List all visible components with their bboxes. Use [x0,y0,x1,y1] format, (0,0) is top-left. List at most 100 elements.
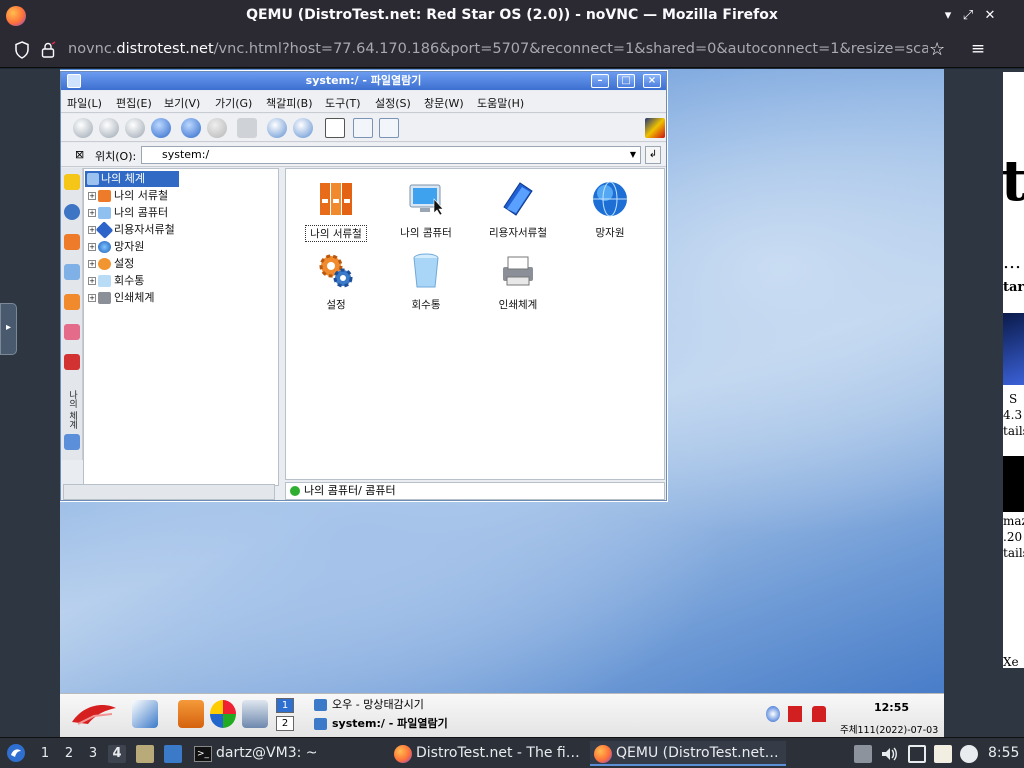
clear-location-icon[interactable]: ⊠ [75,148,84,161]
task-firefox-distrotest[interactable]: DistroTest.net - The fi… [390,741,586,766]
forward-icon[interactable] [99,118,119,138]
fm-maximize-button[interactable]: □ [617,74,635,88]
file-icon-user-folders[interactable]: 리용자서류철 [478,175,558,239]
services-tab-icon[interactable] [64,294,80,310]
browser-launcher-icon[interactable] [210,700,236,728]
file-icon-computer[interactable]: 나의 콤퓨터 [386,175,466,239]
tree-item[interactable]: + 나의 콤퓨터 [88,205,168,221]
workspace-2[interactable]: 2 [60,745,78,763]
vnc-screen[interactable]: system:/ - 파일열람기 – □ × 파일(L) 편집(E) 보기(V)… [60,69,944,737]
pane-splitter[interactable] [280,168,284,500]
network-tab-icon[interactable] [64,264,80,280]
zoom-out-icon[interactable] [293,118,313,138]
pager-desktop-1[interactable]: 1 [276,698,294,713]
system-tab-label[interactable]: 나의 체계 [65,390,79,429]
detail-view-icon[interactable] [353,118,373,138]
menu-tools[interactable]: 도구(T) [325,95,361,111]
expand-icon[interactable]: + [88,294,96,302]
menu-go[interactable]: 가기(G) [215,95,252,111]
file-icon-trash[interactable]: 회수통 [386,247,466,311]
tree-item[interactable]: + 나의 서류철 [88,188,168,204]
guest-clock[interactable]: 12:55 [874,701,909,714]
network-display-icon[interactable] [908,745,926,763]
fm-minimize-button[interactable]: – [591,74,609,88]
expand-icon[interactable]: + [88,277,96,285]
file-manager-titlebar[interactable]: system:/ - 파일열람기 – □ × [61,72,666,90]
notes-icon[interactable] [934,745,952,763]
print-icon[interactable] [237,118,257,138]
tree-item[interactable]: + 리용자서류철 [88,221,175,239]
expand-icon[interactable]: + [88,209,96,217]
upload-tray-icon[interactable] [854,745,872,763]
file-icon-printers[interactable]: 인쇄체계 [478,247,558,311]
bookmarks-tab-icon[interactable] [64,174,80,190]
notifications-icon[interactable] [960,745,978,763]
expand-icon[interactable]: + [88,243,96,251]
app-menu-icon[interactable] [6,743,26,763]
redstar-start-icon[interactable] [68,700,120,728]
pager-desktop-2[interactable]: 2 [276,716,294,731]
menu-view[interactable]: 보기(V) [164,95,200,111]
location-dropdown-icon[interactable]: ▼ [627,147,639,163]
host-clock[interactable]: 8:55 [988,745,1019,761]
media-tab-icon[interactable] [64,354,80,370]
novnc-control-bar-handle[interactable]: ▸ [0,303,17,355]
tree-item[interactable]: + 망자원 [88,239,144,255]
menu-bookmarks[interactable]: 책갈피(B) [266,95,313,111]
tree-item[interactable]: + 인쇄체계 [88,290,154,306]
tree-item[interactable]: + 설정 [88,256,134,272]
menu-window[interactable]: 창문(W) [424,95,464,111]
home-icon[interactable] [151,118,171,138]
workspace-1[interactable]: 1 [36,745,54,763]
file-manager-launcher-icon[interactable] [136,745,154,763]
tags-tab-icon[interactable] [64,324,80,340]
system-tab-icon[interactable] [64,434,80,450]
file-icon-documents[interactable]: 나의 서류철 [296,175,376,242]
desktop-launcher-icon[interactable] [132,700,158,728]
task-firefox-qemu[interactable]: QEMU (DistroTest.net… [590,741,786,766]
file-icon-settings[interactable]: 설정 [296,247,376,311]
workspace-4[interactable]: 4 [108,745,126,763]
fm-close-button[interactable]: × [643,74,661,88]
maximize-button[interactable]: ⤢ [958,6,978,26]
go-icon[interactable]: ↲ [645,146,661,164]
back-icon[interactable] [73,118,93,138]
workspace-3[interactable]: 3 [84,745,102,763]
show-desktop-icon[interactable] [164,745,182,763]
menu-help[interactable]: 도움말(H) [477,95,524,111]
network-tray-icon[interactable] [766,706,780,722]
history-tab-icon[interactable] [64,204,80,220]
icon-view-icon[interactable] [325,118,345,138]
task-terminal[interactable]: >_ dartz@VM3: ~ [190,741,380,766]
documents-launcher-icon[interactable] [178,700,204,728]
bookmark-star-icon[interactable]: ☆ [929,39,949,60]
stop-icon[interactable] [207,118,227,138]
file-icon-network[interactable]: 망자원 [570,175,650,239]
menu-edit[interactable]: 편집(E) [116,95,152,111]
url-bar[interactable]: novnc.distrotest.net/vnc.html?host=77.64… [68,41,928,59]
task-network-monitor[interactable]: 오우 - 망상태감시기 [314,696,424,714]
hamburger-menu-icon[interactable]: ≡ [968,39,988,59]
file-manager-launcher-icon[interactable] [242,700,268,728]
shield-icon[interactable] [14,41,30,59]
menu-settings[interactable]: 설정(S) [375,95,411,111]
volume-icon[interactable] [880,745,898,763]
tree-view-icon[interactable] [379,118,399,138]
flag-tray-icon[interactable] [788,706,802,722]
expand-icon[interactable]: + [88,192,96,200]
minimize-button[interactable]: ▾ [938,6,958,26]
menu-file[interactable]: 파일(L) [67,95,102,111]
lock-icon[interactable] [40,41,56,59]
task-file-manager[interactable]: system:/ - 파일열람기 [314,715,448,733]
tree-root-item[interactable]: 나의 체계 [85,171,179,187]
zoom-in-icon[interactable] [267,118,287,138]
expand-icon[interactable]: + [88,226,96,234]
home-folder-tab-icon[interactable] [64,234,80,250]
expand-icon[interactable]: + [88,260,96,268]
tree-item[interactable]: + 회수통 [88,273,144,289]
update-tray-icon[interactable] [812,706,826,722]
location-input[interactable]: system:/ [141,146,641,164]
close-button[interactable]: ✕ [980,6,1000,26]
up-icon[interactable] [125,118,145,138]
reload-icon[interactable] [181,118,201,138]
